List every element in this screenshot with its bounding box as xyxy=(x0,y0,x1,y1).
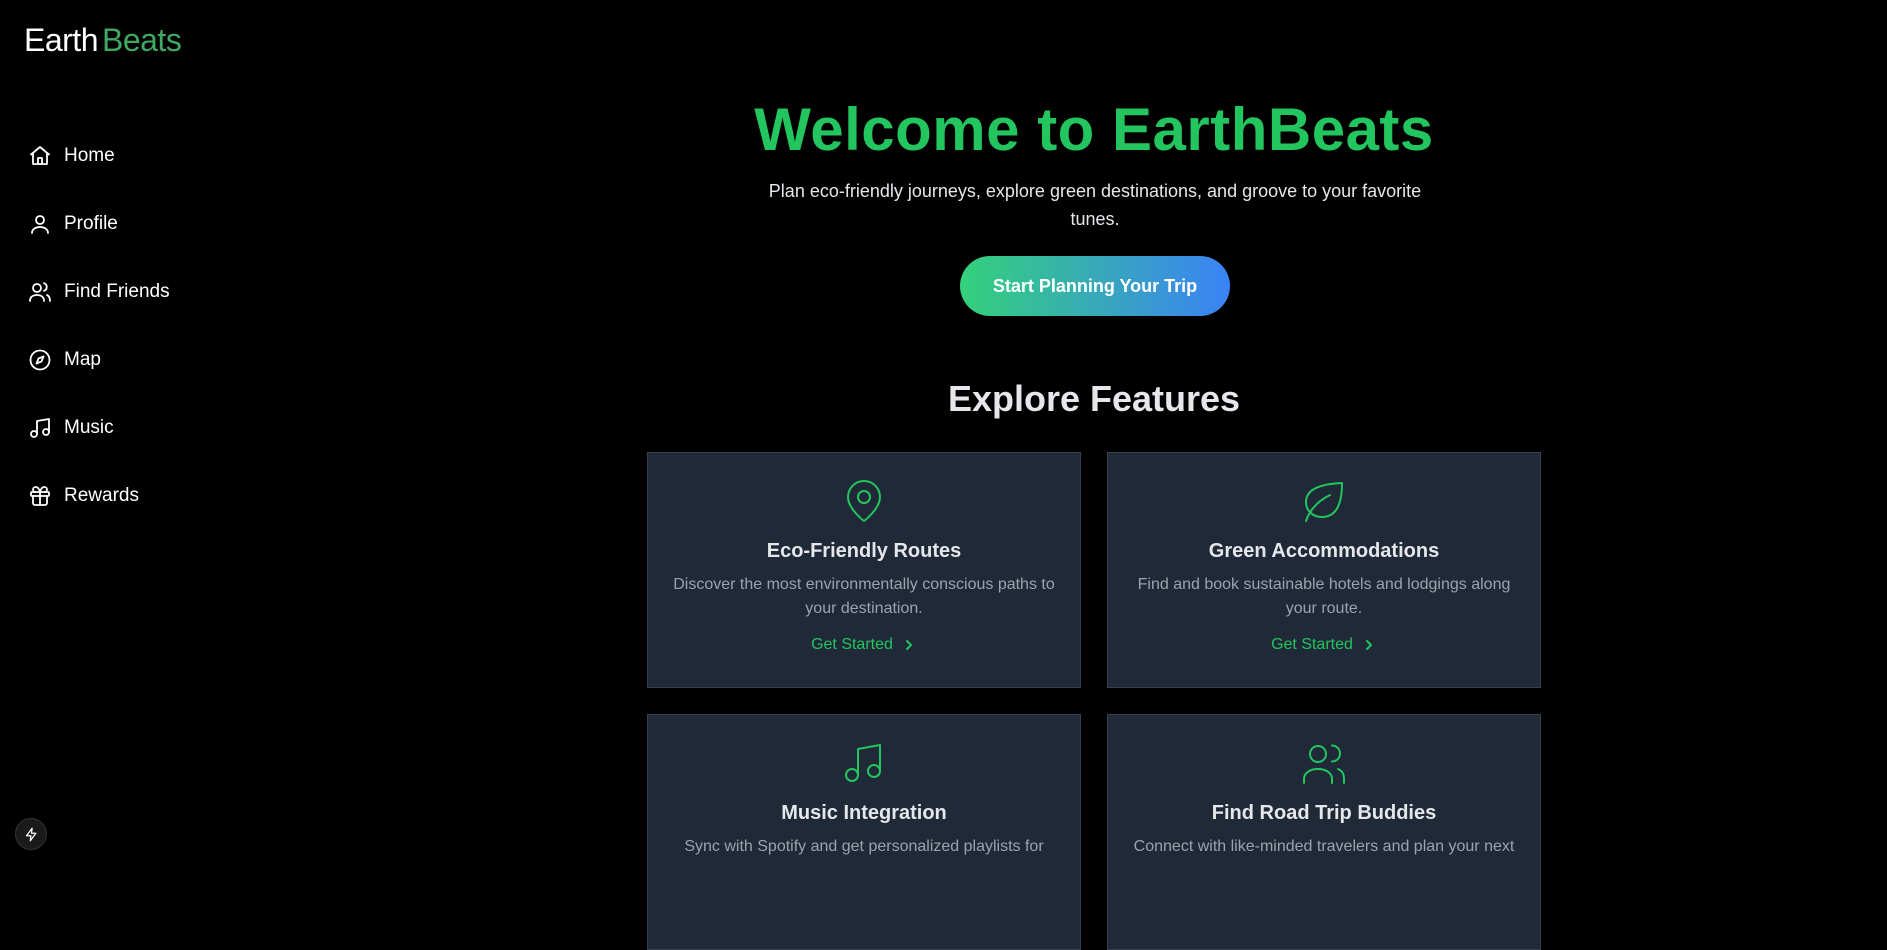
bolt-icon xyxy=(25,827,36,841)
user-icon xyxy=(28,212,52,236)
hero-subtitle: Plan eco-friendly journeys, explore gree… xyxy=(768,181,1422,229)
brand-logo-beats: Beats xyxy=(101,22,182,58)
map-pin-icon xyxy=(648,477,1080,525)
bolt-icon-button[interactable] xyxy=(15,818,47,850)
feature-card-eco-routes: Eco-Friendly Routes Discover the most en… xyxy=(647,452,1081,688)
users-icon xyxy=(28,280,52,304)
leaf-icon xyxy=(1108,477,1540,525)
nav-label: Profile xyxy=(64,213,118,234)
feature-card-green-accommodations: Green Accommodations Find and book susta… xyxy=(1107,452,1541,688)
nav-item-profile[interactable]: Profile xyxy=(28,190,170,258)
feature-card-description: Discover the most environmentally consci… xyxy=(673,576,1055,617)
hero-title: Welcome to EarthBeats xyxy=(754,96,1434,163)
feature-card-title: Music Integration xyxy=(781,802,947,824)
main-content: Welcome to EarthBeats Plan eco-friendly … xyxy=(300,0,1887,950)
nav-label: Find Friends xyxy=(64,281,170,302)
nav-item-map[interactable]: Map xyxy=(28,326,170,394)
nav-label: Map xyxy=(64,349,101,370)
get-started-link[interactable]: Get Started xyxy=(811,636,917,654)
feature-card-title: Find Road Trip Buddies xyxy=(1211,802,1437,824)
nav-label: Rewards xyxy=(64,485,139,506)
brand-logo[interactable]: Earth Beats xyxy=(24,22,182,59)
feature-card-road-trip-buddies: Find Road Trip Buddies Connect with like… xyxy=(1107,714,1541,950)
feature-card-description: Connect with like-minded travelers and p… xyxy=(1133,838,1515,855)
sidebar: Earth Beats Home Profile Find Friends Map xyxy=(0,0,300,857)
chevron-right-icon xyxy=(905,640,912,650)
feature-card-description: Sync with Spotify and get personalized p… xyxy=(684,838,1044,855)
nav-label: Home xyxy=(64,145,115,166)
gift-icon xyxy=(28,484,52,508)
music-icon xyxy=(28,416,52,440)
feature-card-music-integration: Music Integration Sync with Spotify and … xyxy=(647,714,1081,950)
get-started-label: Get Started xyxy=(811,636,893,653)
get-started-link[interactable]: Get Started xyxy=(1271,636,1377,654)
start-planning-button[interactable]: Start Planning Your Trip xyxy=(960,256,1230,316)
features-title: Explore Features xyxy=(947,378,1241,419)
nav-item-find-friends[interactable]: Find Friends xyxy=(28,258,170,326)
nav-item-rewards[interactable]: Rewards xyxy=(28,462,170,530)
users-icon xyxy=(1108,739,1540,787)
feature-card-title: Eco-Friendly Routes xyxy=(766,540,962,562)
brand-logo-earth: Earth xyxy=(24,22,98,58)
nav-item-music[interactable]: Music xyxy=(28,394,170,462)
music-icon xyxy=(648,739,1080,787)
feature-card-description: Find and book sustainable hotels and lod… xyxy=(1137,576,1511,617)
nav-item-home[interactable]: Home xyxy=(28,122,170,190)
sidebar-nav: Home Profile Find Friends Map Music Rewa… xyxy=(28,122,170,530)
nav-label: Music xyxy=(64,417,114,438)
compass-icon xyxy=(28,348,52,372)
feature-card-title: Green Accommodations xyxy=(1208,540,1440,562)
get-started-label: Get Started xyxy=(1271,636,1353,653)
chevron-right-icon xyxy=(1365,640,1372,650)
home-icon xyxy=(28,144,52,168)
